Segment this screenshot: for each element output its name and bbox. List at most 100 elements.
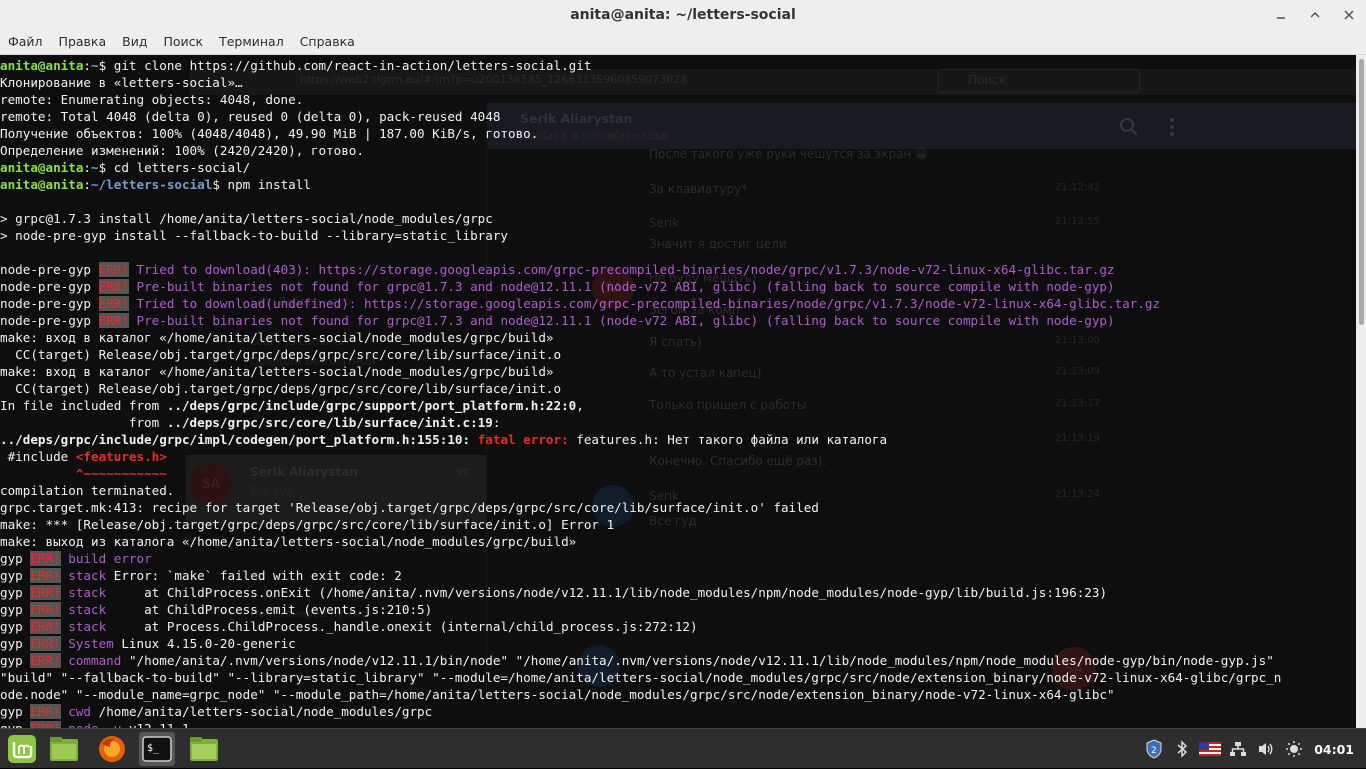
terminal-line: node-pre-gyp ERR! Tried to download(403)… [0, 261, 1281, 278]
menu-edit[interactable]: Правка [51, 30, 115, 54]
terminal-segment: : [492, 415, 501, 430]
terminal-segment: at Process.ChildProcess._handle.onexit (… [106, 619, 698, 634]
firefox-launcher[interactable] [94, 732, 130, 766]
minimize-icon [1277, 17, 1285, 19]
firefox-icon [99, 736, 125, 762]
terminal-line: gyp ERR! System Linux 4.15.0-20-generic [0, 635, 1281, 652]
terminal-segment: gyp [0, 568, 31, 583]
terminal-segment: cwd [60, 704, 92, 719]
terminal-line: from ../deps/grpc/src/core/lib/surface/i… [0, 414, 1281, 431]
terminal-launcher[interactable]: $_ [139, 732, 175, 766]
terminal-segment: ERR! [30, 636, 61, 651]
clock[interactable]: 04:01 [1308, 742, 1366, 757]
terminal-lines: anita@anita:~$ git clone https://github.… [0, 57, 1281, 728]
terminal-segment: : [83, 177, 91, 192]
files-launcher[interactable] [46, 732, 82, 766]
brightness-icon[interactable] [1280, 729, 1308, 769]
terminal-segment: remote: Enumerating objects: 4048, done. [0, 92, 304, 107]
terminal-segment: make: *** [Release/obj.target/grpc/deps/… [0, 517, 615, 532]
terminal-segment: gyp [0, 619, 31, 634]
terminal-segment: Tried to download(undefined): https://st… [128, 296, 1161, 311]
terminal-line: compilation terminated. [0, 482, 1281, 499]
terminal-icon: $_ [142, 736, 172, 762]
menu-file[interactable]: Файл [0, 30, 51, 54]
terminal-segment: $ npm install [212, 177, 311, 192]
menu-search[interactable]: Поиск [155, 30, 211, 54]
scrollbar-thumb[interactable] [1359, 59, 1364, 325]
terminal-segment: build error [60, 551, 152, 566]
menu-view[interactable]: Вид [114, 30, 155, 54]
terminal-segment: ERR! [98, 296, 129, 311]
terminal-segment: anita@anita [0, 160, 84, 175]
terminal-line: #include <features.h> [0, 448, 1281, 465]
maximize-button[interactable] [1298, 0, 1332, 30]
terminal-segment: gyp [0, 636, 31, 651]
terminal-line: remote: Enumerating objects: 4048, done. [0, 91, 1281, 108]
svg-text:$_: $_ [147, 743, 160, 754]
terminal-segment: remote: Total 4048 (delta 0), reused 0 (… [0, 109, 501, 124]
minimize-button[interactable] [1264, 0, 1298, 30]
volume-icon[interactable] [1252, 729, 1280, 769]
taskbar: $_ 2 04:01 [0, 728, 1366, 768]
terminal-segment: ERR! [30, 704, 61, 719]
folder-launcher[interactable] [186, 732, 222, 766]
terminal-output[interactable]: https://web2.tlgrm.eu/#/im?p=u200136585_… [0, 55, 1356, 728]
bluetooth-icon[interactable] [1168, 729, 1196, 769]
terminal-segment: "/home/anita/.nvm/versions/node/v12.11.1… [121, 653, 1274, 668]
terminal-segment: Получение объектов: 100% (4048/4048), 49… [0, 126, 539, 141]
terminal-segment: gyp [0, 653, 31, 668]
terminal-segment: ../deps/grpc/include/grpc/impl/codegen/p… [0, 432, 471, 447]
terminal-segment: at ChildProcess.onExit (/home/anita/.nvm… [106, 585, 1108, 600]
terminal-segment: ~ [91, 160, 99, 175]
terminal-segment: from [0, 415, 167, 430]
terminal-segment: Клонирование в «letters-social»… [0, 75, 243, 90]
terminal-segment: ERR! [30, 585, 61, 600]
terminal-segment: node-pre-gyp [0, 262, 99, 277]
close-icon [1344, 10, 1354, 20]
terminal-segment: command [60, 653, 122, 668]
terminal-line: CC(target) Release/obj.target/grpc/deps/… [0, 346, 1281, 363]
terminal-segment: node-pre-gyp [0, 313, 99, 328]
terminal-segment: $ git clone https://github.com/react-in-… [98, 58, 592, 73]
terminal-line: ../deps/grpc/include/grpc/impl/codegen/p… [0, 431, 1281, 448]
menu-help[interactable]: Справка [292, 30, 363, 54]
keyboard-layout-flag-icon[interactable] [1196, 729, 1224, 769]
terminal-segment: : [83, 58, 91, 73]
terminal-line: anita@anita:~$ git clone https://github.… [0, 57, 1281, 74]
terminal-scrollbar[interactable] [1356, 55, 1366, 728]
terminal-segment: gyp [0, 551, 31, 566]
terminal-line: > node-pre-gyp install --fallback-to-bui… [0, 227, 1281, 244]
close-button[interactable] [1332, 0, 1366, 30]
terminal-line: gyp ERR! stack at ChildProcess.onExit (/… [0, 584, 1281, 601]
terminal-line: node-pre-gyp ERR! Tried to download(unde… [0, 295, 1281, 312]
terminal-segment: node -v [61, 721, 121, 728]
window-controls [1264, 0, 1366, 30]
terminal-segment: make: вход в каталог «/home/anita/letter… [0, 330, 554, 345]
terminal-segment: Linux 4.15.0-20-generic [113, 636, 296, 651]
terminal-line: CC(target) Release/obj.target/grpc/deps/… [0, 380, 1281, 397]
terminal-segment: , [576, 398, 584, 413]
menu-terminal[interactable]: Терминал [211, 30, 292, 54]
terminal-segment: $ cd letters-social/ [98, 160, 251, 175]
terminal-line: grpc.target.mk:413: recipe for target 'R… [0, 499, 1281, 516]
terminal-line: anita@anita:~$ cd letters-social/ [0, 159, 1281, 176]
terminal-segment: ../deps/grpc/src/core/lib/surface/init.c… [166, 415, 493, 430]
terminal-segment: grpc.target.mk:413: recipe for target 'R… [0, 500, 819, 515]
system-tray: 2 04:01 [1140, 729, 1366, 769]
mint-menu-button[interactable] [4, 732, 40, 766]
terminal-line: In file included from ../deps/grpc/inclu… [0, 397, 1281, 414]
update-shield-icon[interactable]: 2 [1140, 729, 1168, 769]
terminal-segment: Tried to download(403): https://storage.… [128, 262, 1115, 277]
terminal-segment: #include [0, 449, 76, 464]
window-titlebar[interactable]: anita@anita: ~/letters-social [0, 0, 1366, 30]
terminal-line: ode.node" "--module_name=grpc_node" "--m… [0, 686, 1281, 703]
menu-bar: Файл Правка Вид Поиск Терминал Справка [0, 30, 1366, 55]
maximize-icon [1310, 11, 1320, 18]
terminal-segment: ~/letters-social [91, 177, 213, 192]
terminal-segment: > grpc@1.7.3 install /home/anita/letters… [0, 211, 493, 226]
network-icon[interactable] [1224, 729, 1252, 769]
terminal-segment: /home/anita/letters-social/node_modules/… [91, 704, 433, 719]
terminal-segment: gyp [0, 704, 31, 719]
terminal-segment [470, 432, 478, 447]
terminal-line: > grpc@1.7.3 install /home/anita/letters… [0, 210, 1281, 227]
